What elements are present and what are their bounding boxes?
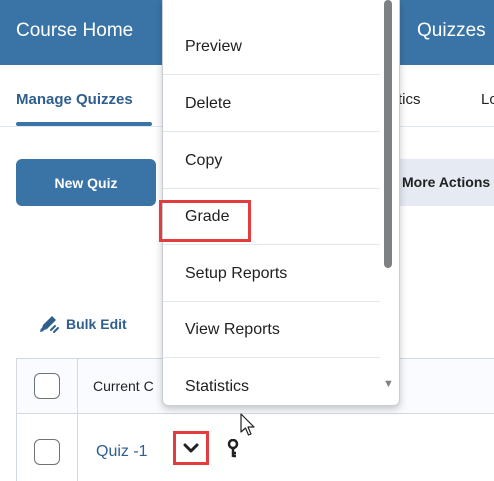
column-divider xyxy=(77,359,78,481)
quiz-actions-dropdown-button[interactable] xyxy=(173,431,209,465)
bulk-edit-label: Bulk Edit xyxy=(66,316,127,332)
more-actions-button[interactable]: More Actions xyxy=(385,159,494,206)
tab-manage-quizzes[interactable]: Manage Quizzes xyxy=(16,91,133,108)
menu-scrollbar-thumb[interactable] xyxy=(384,0,392,268)
menu-item-view-reports[interactable]: View Reports xyxy=(163,302,380,358)
nav-quizzes[interactable]: Quizzes xyxy=(417,20,486,42)
new-quiz-button[interactable]: New Quiz xyxy=(16,159,156,206)
tab-lo[interactable]: Lo xyxy=(481,91,494,108)
menu-item-preview[interactable]: Preview xyxy=(163,19,380,75)
menu-item-statistics[interactable]: Statistics xyxy=(163,359,380,405)
chevron-down-icon xyxy=(183,443,199,453)
grade-highlight-box xyxy=(159,200,251,242)
quiz-title-link[interactable]: Quiz -1 xyxy=(96,443,148,461)
mouse-cursor-icon xyxy=(240,413,255,436)
select-all-checkbox[interactable] xyxy=(34,373,60,399)
active-tab-indicator xyxy=(16,122,152,126)
pencil-icon xyxy=(40,316,59,333)
menu-item-copy[interactable]: Copy xyxy=(163,133,380,189)
row-checkbox[interactable] xyxy=(34,439,60,465)
key-icon xyxy=(227,439,239,458)
menu-item-setup-reports[interactable]: Setup Reports xyxy=(163,246,380,302)
bulk-edit-button[interactable]: Bulk Edit xyxy=(38,314,127,334)
nav-course-home[interactable]: Course Home xyxy=(16,20,133,42)
column-header-title: Current C xyxy=(93,378,154,394)
scroll-down-arrow-icon[interactable]: ▼ xyxy=(383,378,394,390)
menu-item-delete[interactable]: Delete xyxy=(163,76,380,132)
